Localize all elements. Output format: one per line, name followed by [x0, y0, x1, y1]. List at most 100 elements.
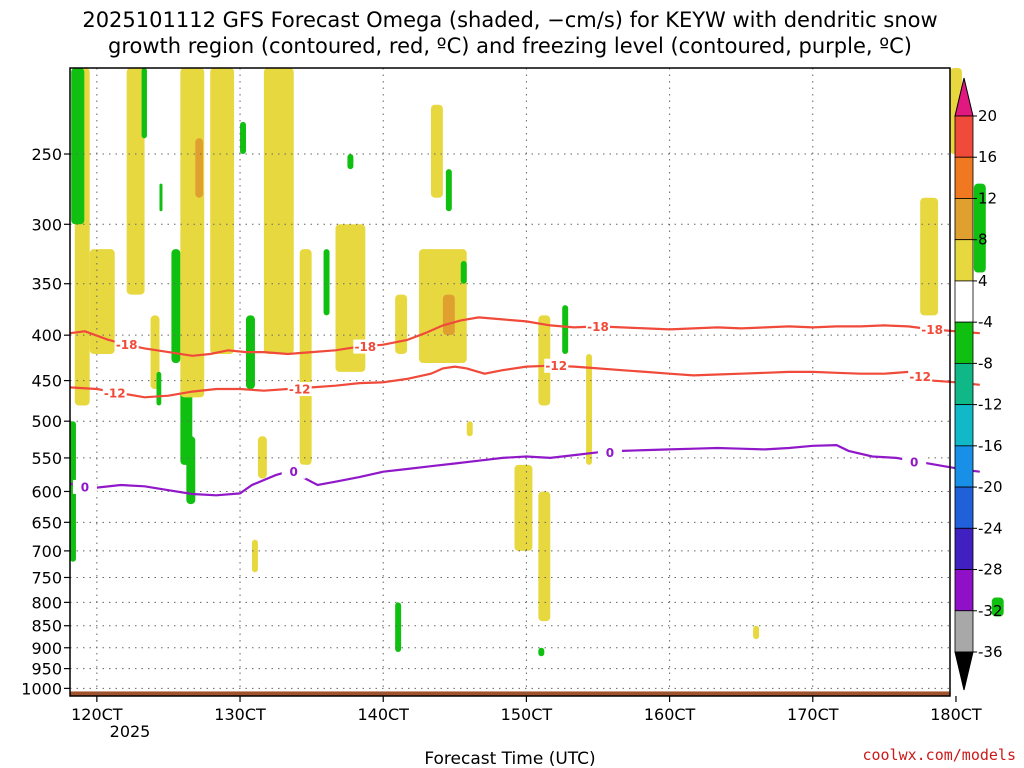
colorbar-segment: [954, 280, 974, 323]
omega-region: [562, 305, 569, 354]
omega-region: [180, 68, 205, 398]
x-axis-time: 120CT130CT140CT150CT160CT170CT180CT190CT: [71, 696, 982, 724]
colorbar-label: -4: [978, 313, 993, 331]
y-tick-label: 800: [31, 593, 62, 612]
omega-region: [395, 602, 402, 653]
omega-region: [514, 464, 533, 551]
colorbar-label: -16: [978, 437, 1003, 455]
omega-region: [210, 68, 235, 354]
colorbar-segment: [954, 569, 974, 612]
omega-region: [347, 154, 354, 170]
omega-region: [240, 121, 246, 155]
colorbar-segment: [954, 404, 974, 447]
omega-region: [323, 249, 330, 316]
y-tick-label: 950: [31, 660, 62, 679]
y-tick-label: 600: [31, 482, 62, 501]
colorbar-segment: [954, 239, 974, 282]
omega-region: [753, 625, 760, 640]
colorbar-label: -24: [978, 519, 1003, 537]
contour-label: 0: [81, 480, 89, 494]
contour-label: 0: [606, 446, 614, 460]
contour-label: 0: [290, 465, 298, 479]
plot-area: -18 -18 -18 -18 -12 -12 -12 -12 0 0 0 0: [69, 67, 1004, 697]
omega-region: [71, 68, 85, 225]
contour-label: -12: [545, 359, 567, 373]
y-tick-label: 650: [31, 513, 62, 532]
colorbar-label: -28: [978, 561, 1003, 579]
contour-label: -12: [104, 387, 126, 401]
contour-label: -12: [909, 370, 931, 384]
contour-label: -12: [289, 383, 311, 397]
colorbar-segment: [954, 321, 974, 364]
omega-region: [263, 68, 294, 354]
contour-label: -18: [116, 338, 138, 352]
colorbar-label: 20: [978, 107, 997, 125]
omega-region: [466, 421, 473, 437]
colorbar-label: -20: [978, 478, 1003, 496]
omega-region: [430, 104, 443, 198]
colorbar-segment: [954, 115, 974, 158]
contour-label: -18: [354, 340, 376, 354]
omega-region: [141, 68, 147, 139]
colorbar-bottom-triangle: [954, 651, 974, 691]
colorbar-label: 16: [978, 148, 997, 166]
colorbar-label: -12: [978, 396, 1003, 414]
source-credit: coolwx.com/models: [862, 746, 1016, 764]
omega-region: [920, 197, 939, 316]
colorbar-label: -36: [978, 643, 1003, 661]
y-tick-label: 500: [31, 412, 62, 431]
omega-region: [445, 169, 452, 212]
y-tick-label: 900: [31, 639, 62, 658]
y-axis-pressure: 250 300 350 400 450 500 550 600 650 700 750 800 850 9…: [21, 145, 70, 698]
contour-label: 0: [910, 456, 918, 470]
omega-region: [171, 249, 181, 364]
colorbar-label: -8: [978, 354, 993, 372]
colorbar-label: -32: [978, 602, 1003, 620]
x-tick-label: 160CT: [644, 705, 696, 724]
omega-region: [299, 249, 312, 465]
colorbar-segment: [954, 610, 974, 653]
omega-region: [251, 539, 258, 573]
colorbar-segment: [954, 362, 974, 406]
x-tick-label: 170CT: [787, 705, 839, 724]
omega-region: [538, 647, 545, 657]
y-tick-label: 850: [31, 617, 62, 636]
colorbar-label: 12: [978, 189, 997, 207]
year-label: 2025: [110, 722, 151, 741]
y-tick-label: 250: [31, 145, 62, 164]
omega-region: [257, 436, 267, 479]
chart-title-line-1: 2025101112 GFS Forecast Omega (shaded, −…: [82, 8, 937, 32]
colorbar-segment: [954, 198, 974, 241]
contour-label: -18: [587, 320, 609, 334]
omega-region: [442, 294, 455, 336]
colorbar-segment: [954, 445, 974, 488]
contour-label: -18: [921, 323, 943, 337]
colorbar-label: 4: [978, 272, 988, 290]
x-tick-label: 130CT: [214, 705, 266, 724]
y-tick-label: 700: [31, 542, 62, 561]
y-tick-label: 350: [31, 275, 62, 294]
omega-region: [460, 261, 467, 284]
colorbar-label: 8: [978, 231, 988, 249]
colorbar-segment: [954, 156, 974, 199]
colorbar-segment: [954, 527, 974, 570]
y-tick-label: 750: [31, 568, 62, 587]
omega-region: [395, 294, 408, 354]
y-tick-label: 300: [31, 215, 62, 234]
omega-time-height-chart: 2025101112 GFS Forecast Omega (shaded, −…: [21, 8, 1016, 768]
x-tick-label: 180CT: [930, 705, 982, 724]
y-tick-label: 1000: [21, 679, 62, 698]
y-tick-label: 400: [31, 326, 62, 345]
omega-region: [195, 138, 204, 198]
y-tick-label: 550: [31, 449, 62, 468]
omega-region: [159, 183, 163, 212]
y-tick-label: 450: [31, 372, 62, 391]
omega-region: [538, 491, 551, 622]
x-tick-label: 140CT: [357, 705, 409, 724]
x-tick-label: 150CT: [501, 705, 553, 724]
omega-region: [586, 353, 593, 465]
chart-title-line-2: growth region (contoured, red, ºC) and f…: [108, 34, 912, 58]
omega-region: [156, 371, 162, 406]
colorbar-segment: [954, 486, 974, 529]
x-axis-label: Forecast Time (UTC): [424, 749, 595, 768]
